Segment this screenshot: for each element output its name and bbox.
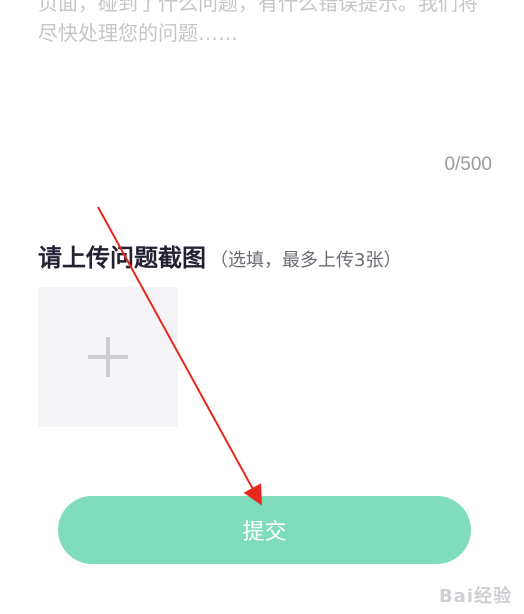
baidu-watermark-logo: Bai经验: [438, 586, 512, 607]
annotation-arrow: [97, 206, 262, 506]
